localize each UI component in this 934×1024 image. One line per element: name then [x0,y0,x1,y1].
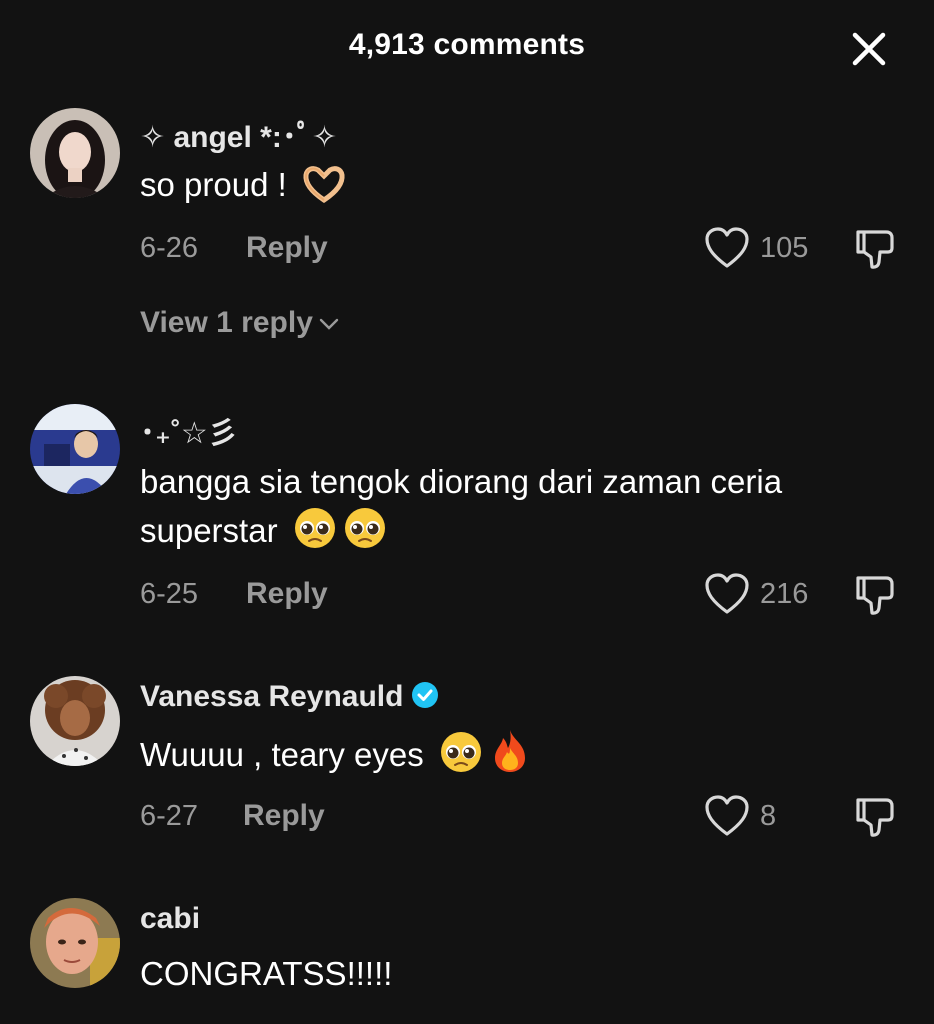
comment-username[interactable]: ✧ angel *:･ﾟ✧ [140,112,337,156]
comment-username[interactable]: cabi [140,902,200,936]
comment-text: bangga sia tengok diorang dari zaman cer… [140,458,900,563]
comment-username-text: Vanessa Reynauld [140,680,404,713]
comment-text-content: Wuuuu , teary eyes [140,736,424,773]
pleading-face-emoji-icon [293,506,337,563]
comments-header: 4,913 comments [0,0,934,96]
comment-date: 6-26 [140,232,199,264]
like-button[interactable]: 216 [704,572,814,616]
comment-username[interactable]: ･₊˚☆彡 [140,408,238,452]
pleading-face-emoji-icon [439,730,483,787]
reply-button[interactable]: Reply [243,799,325,833]
pleading-face-emoji-icon [343,506,387,563]
reply-button[interactable]: Reply [246,231,328,265]
like-count: 216 [760,578,809,610]
like-button[interactable]: 8 [704,794,814,838]
comment-username[interactable]: Vanessa Reynauld [140,680,439,714]
comment-text: CONGRATSS!!!!! [140,950,900,998]
avatar[interactable] [30,108,120,198]
heart-hands-emoji-icon [302,164,346,217]
avatar[interactable] [30,404,120,494]
heart-icon [705,795,749,836]
comment-text-content: so proud ! [140,166,287,203]
heart-icon [705,227,749,268]
like-button[interactable]: 105 [704,226,814,270]
heart-icon [705,573,749,614]
thumbs-down-icon [856,798,894,837]
like-count: 105 [760,232,809,264]
avatar[interactable] [30,676,120,766]
close-button[interactable] [846,26,892,72]
avatar[interactable] [30,898,120,988]
reply-button[interactable]: Reply [246,577,328,611]
comment-text-content: bangga sia tengok diorang dari zaman cer… [140,463,783,549]
comment-text: Wuuuu , teary eyes [140,728,900,787]
fire-emoji-icon [489,728,531,787]
like-count: 8 [760,800,777,832]
dislike-button[interactable] [852,572,898,618]
comment-date: 6-25 [140,578,199,610]
chevron-down-icon [319,318,339,330]
comment-date: 6-27 [140,800,199,832]
comments-count-title: 4,913 comments [348,28,586,61]
view-replies-button[interactable]: View 1 reply [140,306,339,340]
dislike-button[interactable] [852,794,898,840]
verified-badge-icon [412,682,439,708]
thumbs-down-icon [856,576,894,615]
view-replies-label: View 1 reply [140,306,313,339]
dislike-button[interactable] [852,226,898,272]
thumbs-down-icon [856,230,894,269]
comment-text: so proud ! [140,161,900,217]
close-icon [852,32,886,66]
comment-text-content: CONGRATSS!!!!! [140,955,393,992]
